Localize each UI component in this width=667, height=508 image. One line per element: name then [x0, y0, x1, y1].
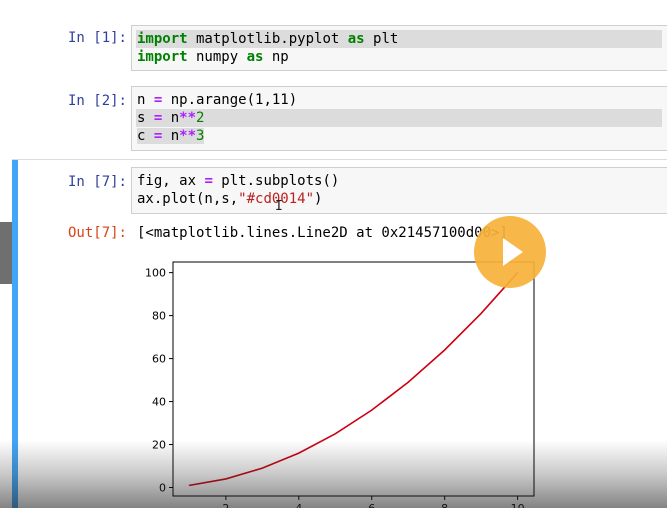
y-tick-label: 40 [152, 396, 166, 409]
y-tick-label: 80 [152, 310, 166, 323]
data-point [444, 349, 446, 351]
y-tick-label: 0 [159, 482, 166, 495]
data-point [261, 467, 263, 469]
x-tick-label: 8 [441, 502, 448, 508]
data-point [407, 381, 409, 383]
data-point [188, 484, 191, 486]
y-tick-label: 60 [152, 353, 166, 366]
line-chart: 0 20 40 60 80 100 2 4 6 8 10 [145, 261, 535, 508]
series-line [189, 272, 519, 487]
data-point [298, 452, 300, 454]
play-icon [503, 238, 523, 266]
x-tick-label: 2 [222, 502, 229, 508]
plot-frame [172, 261, 535, 497]
y-tick-label: 100 [145, 267, 166, 280]
play-button[interactable] [474, 216, 546, 288]
data-point [334, 433, 336, 435]
y-tick-label: 20 [152, 439, 166, 452]
series-group [188, 272, 519, 487]
x-tick-label: 10 [511, 502, 525, 508]
data-point [225, 478, 227, 480]
x-axis-ticks: 2 4 6 8 10 [222, 496, 525, 508]
x-tick-label: 4 [295, 502, 302, 508]
data-point [371, 409, 373, 411]
data-point [480, 312, 482, 315]
y-axis-ticks: 0 20 40 60 80 100 [145, 267, 173, 495]
x-tick-label: 6 [368, 502, 375, 508]
